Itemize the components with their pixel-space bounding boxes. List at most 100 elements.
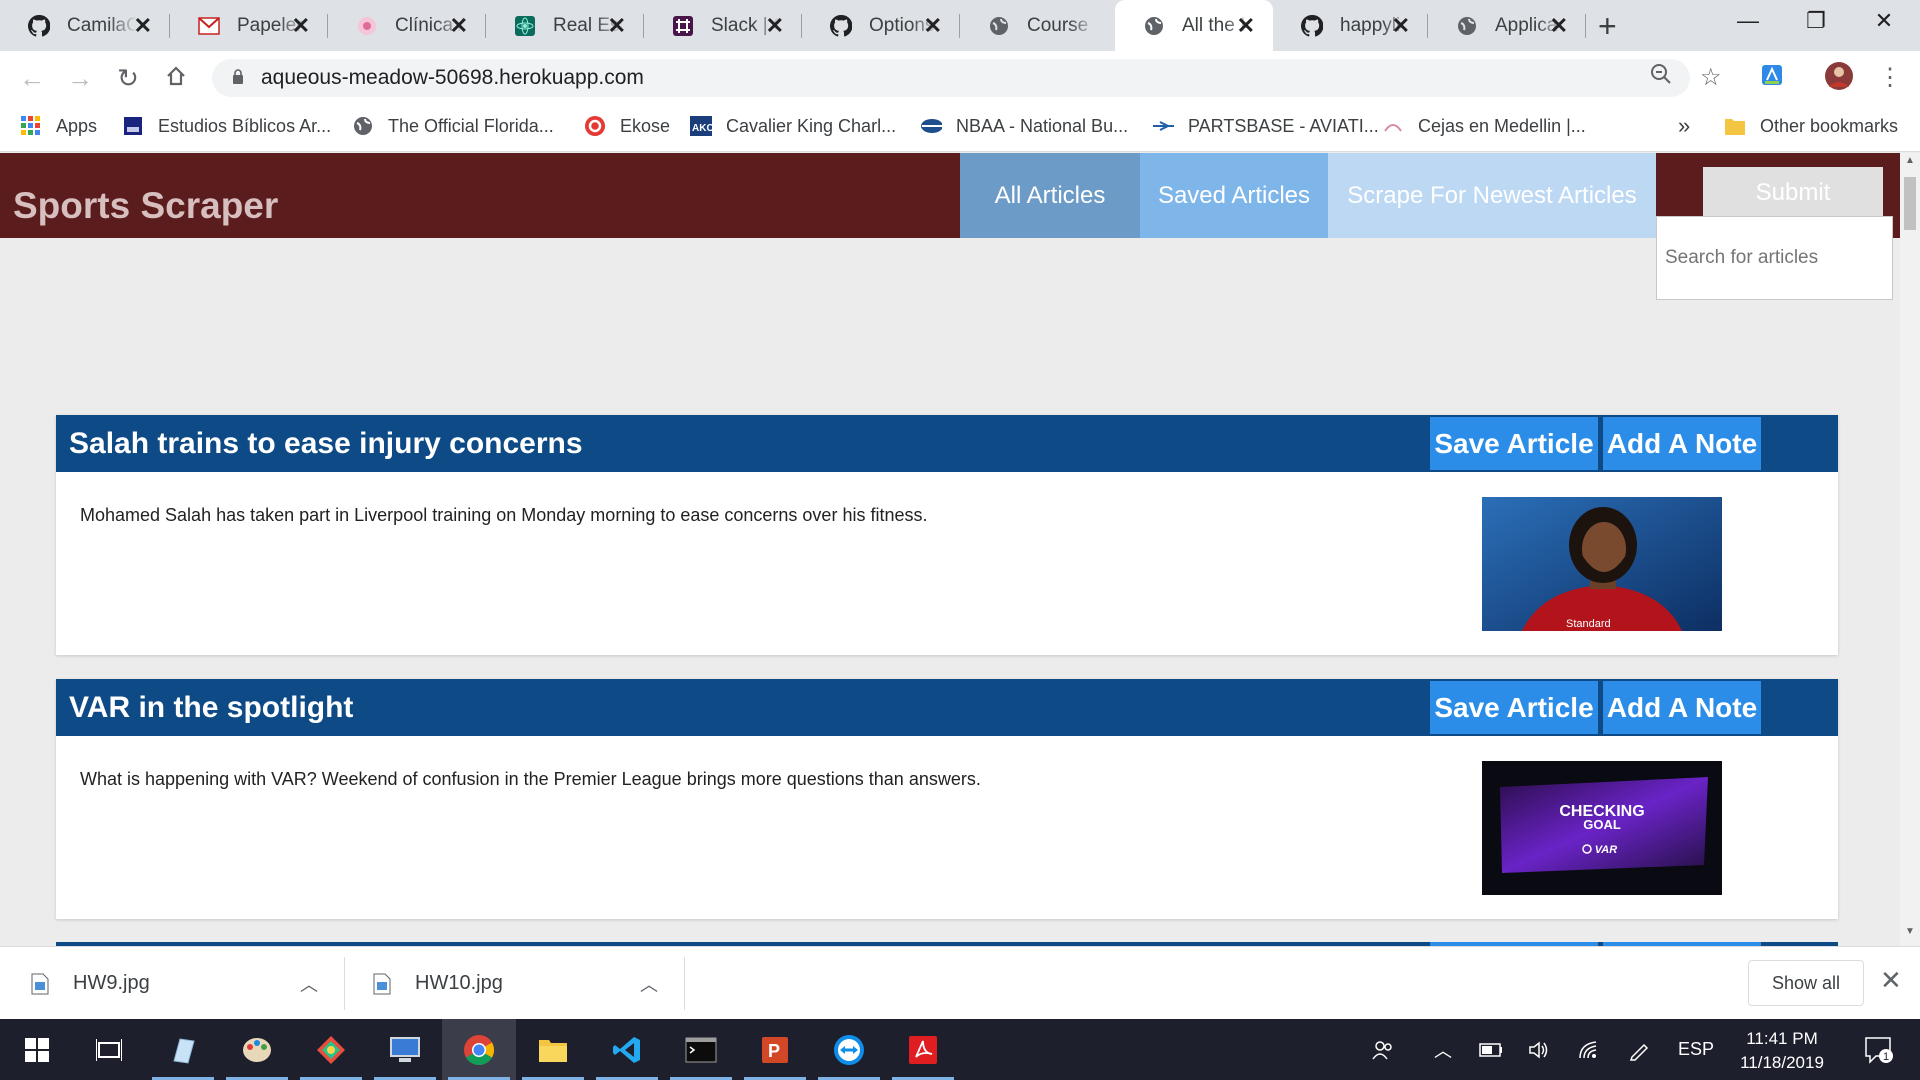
- bookmarks-overflow-button[interactable]: »: [1678, 113, 1690, 138]
- taskbar-app[interactable]: [812, 1019, 886, 1080]
- scrollbar-thumb[interactable]: [1904, 177, 1916, 230]
- chevron-up-icon[interactable]: ︿: [640, 971, 658, 997]
- browser-tab[interactable]: Slack | C ✕: [644, 0, 802, 51]
- menu-kebab-icon[interactable]: ⋮: [1878, 63, 1902, 92]
- save-article-button[interactable]: Save Article: [1430, 417, 1598, 470]
- lock-icon: [233, 69, 243, 84]
- acrobat-icon: [909, 1035, 937, 1064]
- reload-button[interactable]: ↻: [108, 63, 148, 93]
- profile-avatar[interactable]: [1824, 61, 1854, 98]
- bookmark-item[interactable]: AKC Cavalier King Charl...: [690, 114, 896, 138]
- home-button[interactable]: [156, 63, 196, 93]
- svg-text:P: P: [768, 1041, 780, 1061]
- chevron-up-icon[interactable]: ︿: [300, 971, 318, 997]
- submit-button[interactable]: Submit: [1703, 167, 1883, 219]
- taskbar-app[interactable]: [146, 1019, 220, 1080]
- task-view-button[interactable]: [72, 1019, 146, 1080]
- taskbar-app[interactable]: [516, 1019, 590, 1080]
- scroll-down-arrow-icon[interactable]: ▼: [1900, 926, 1920, 944]
- bookmark-item[interactable]: The Official Florida...: [352, 114, 554, 138]
- close-tab-icon[interactable]: ✕: [292, 13, 310, 39]
- taskbar-app[interactable]: [886, 1019, 960, 1080]
- close-tab-icon[interactable]: ✕: [1392, 13, 1410, 39]
- volume-icon[interactable]: [1524, 1019, 1554, 1080]
- nav-scrape-articles[interactable]: Scrape For Newest Articles: [1328, 153, 1656, 238]
- close-tab-icon[interactable]: ✕: [924, 13, 942, 39]
- article-card: VAR in the spotlight Save Article Add A …: [56, 679, 1838, 919]
- restore-button[interactable]: ❐: [1782, 0, 1850, 42]
- bookmark-item[interactable]: Ekose: [584, 114, 670, 138]
- add-note-button[interactable]: Add A Note: [1603, 417, 1761, 470]
- var-logo-text: VAR: [1595, 844, 1617, 856]
- start-button[interactable]: [0, 1019, 74, 1080]
- bookmark-label: Cavalier King Charl...: [726, 115, 897, 136]
- article-title[interactable]: VAR in the spotlight: [69, 691, 353, 725]
- close-icon[interactable]: ✕: [1880, 965, 1902, 996]
- close-window-button[interactable]: ✕: [1850, 0, 1918, 42]
- download-item[interactable]: HW9.jpg: [0, 947, 340, 1020]
- save-article-button[interactable]: Save Article: [1430, 681, 1598, 734]
- browser-tab-active[interactable]: All the I ✕: [1115, 0, 1273, 51]
- bookmark-item[interactable]: PARTSBASE - AVIATI...: [1152, 114, 1379, 138]
- close-tab-icon[interactable]: ✕: [608, 13, 626, 39]
- taskbar-app[interactable]: [368, 1019, 442, 1080]
- close-tab-icon[interactable]: ✕: [766, 13, 784, 39]
- browser-tab[interactable]: Applica ✕: [1428, 0, 1586, 51]
- back-button[interactable]: ←: [12, 63, 52, 93]
- browser-tab[interactable]: Real Est ✕: [486, 0, 644, 51]
- bookmark-star-icon[interactable]: ☆: [1700, 63, 1722, 92]
- close-tab-icon[interactable]: ✕: [1550, 13, 1568, 39]
- taskbar-app-chrome[interactable]: [442, 1019, 516, 1080]
- article-image[interactable]: Standard: [1482, 497, 1722, 631]
- browser-tab[interactable]: CamilaC ✕: [0, 0, 170, 51]
- taskbar-app[interactable]: [664, 1019, 738, 1080]
- chevron-up-icon[interactable]: ︿: [1428, 1019, 1458, 1080]
- people-icon[interactable]: [1368, 1019, 1398, 1080]
- clinic-icon: [355, 14, 379, 38]
- battery-icon[interactable]: [1476, 1019, 1506, 1080]
- article-image[interactable]: CHECKING GOAL VAR: [1482, 761, 1722, 895]
- download-filename: HW10.jpg: [415, 972, 503, 994]
- pen-icon[interactable]: [1624, 1019, 1654, 1080]
- extension-icon[interactable]: [1760, 63, 1784, 94]
- taskbar-app[interactable]: [294, 1019, 368, 1080]
- bookmark-item[interactable]: NBAA - National Bu...: [920, 114, 1128, 138]
- minimize-button[interactable]: —: [1714, 0, 1782, 42]
- bookmark-item[interactable]: Cejas en Medellin |...: [1382, 114, 1586, 138]
- taskbar-app[interactable]: [220, 1019, 294, 1080]
- browser-tab[interactable]: Options ✕: [802, 0, 960, 51]
- forward-button[interactable]: →: [60, 63, 100, 93]
- address-bar[interactable]: aqueous-meadow-50698.herokuapp.com: [212, 59, 1690, 97]
- close-tab-icon[interactable]: ✕: [134, 13, 152, 39]
- wifi-icon[interactable]: [1574, 1019, 1604, 1080]
- tab-separator: [1585, 14, 1586, 38]
- bookmark-apps[interactable]: Apps: [20, 114, 97, 138]
- article-title[interactable]: Salah trains to ease injury concerns: [69, 427, 583, 461]
- show-all-button[interactable]: Show all: [1748, 960, 1864, 1006]
- nav-all-articles[interactable]: All Articles: [960, 153, 1140, 238]
- page-scrollbar[interactable]: ▲ ▼: [1900, 153, 1920, 946]
- taskbar-app[interactable]: P: [738, 1019, 812, 1080]
- language-indicator[interactable]: ESP: [1672, 1019, 1720, 1080]
- bookmark-item[interactable]: Estudios Bíblicos Ar...: [122, 114, 331, 138]
- nav-saved-articles[interactable]: Saved Articles: [1140, 153, 1328, 238]
- browser-tab[interactable]: Course ✕: [960, 0, 1115, 51]
- notification-center-button[interactable]: 1: [1854, 1019, 1904, 1080]
- download-item[interactable]: HW10.jpg: [342, 947, 682, 1020]
- site-brand[interactable]: Sports Scraper: [13, 185, 278, 227]
- zoom-icon[interactable]: [1650, 63, 1672, 92]
- browser-tab[interactable]: happyli ✕: [1273, 0, 1428, 51]
- add-note-button[interactable]: Add A Note: [1603, 681, 1761, 734]
- system-clock[interactable]: 11:41 PM 11/18/2019: [1722, 1027, 1842, 1075]
- close-tab-icon[interactable]: ✕: [450, 13, 468, 39]
- taskbar-app[interactable]: [590, 1019, 664, 1080]
- browser-tab[interactable]: Clínica / ✕: [328, 0, 486, 51]
- close-tab-icon[interactable]: ✕: [1237, 13, 1255, 39]
- bookmark-label: Cejas en Medellin |...: [1418, 115, 1586, 136]
- new-tab-button[interactable]: +: [1598, 8, 1617, 45]
- browser-tab[interactable]: Papeler ✕: [170, 0, 328, 51]
- other-bookmarks[interactable]: Other bookmarks: [1724, 114, 1898, 138]
- scroll-up-arrow-icon[interactable]: ▲: [1900, 155, 1920, 173]
- search-input[interactable]: [1656, 216, 1893, 300]
- svg-text:AKC: AKC: [692, 123, 712, 134]
